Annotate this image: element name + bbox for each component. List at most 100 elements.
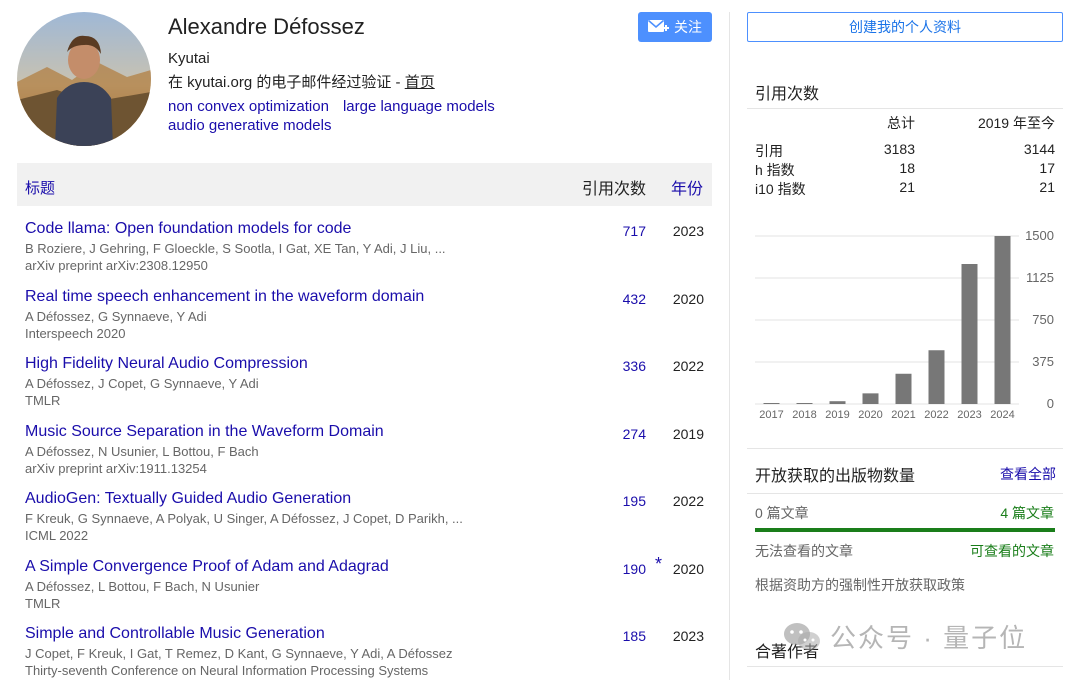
x-tick-label: 2017 [759, 409, 783, 421]
x-tick-label: 2022 [924, 409, 948, 421]
publication-authors: F Kreuk, G Synnaeve, A Polyak, U Singer,… [25, 511, 463, 526]
metric-label[interactable]: i10 指数 [755, 179, 806, 199]
chart-bar[interactable] [829, 401, 846, 404]
publication-authors: A Défossez, G Synnaeve, Y Adi [25, 308, 207, 324]
interest-link[interactable]: non convex optimization [168, 98, 329, 115]
y-tick-label: 1125 [1026, 270, 1054, 285]
col-total: 总计 [887, 115, 915, 131]
publication-year: 2023 [672, 223, 704, 239]
available-label: 可查看的文章 [970, 543, 1054, 559]
publication-cites[interactable]: 717 [623, 223, 646, 239]
profile-verified: 在 kyutai.org 的电子邮件经过验证 - 首页 [168, 71, 435, 92]
publication-venue: Interspeech 2020 [25, 325, 126, 341]
profile-name: Alexandre Défossez [168, 14, 365, 39]
publication-year: 2020 [672, 290, 704, 307]
publication-venue: arXiv preprint arXiv:1911.13254 [25, 460, 207, 476]
research-interests: non convex optimization large language mo… [168, 97, 548, 135]
publication-cites[interactable]: 195 [623, 493, 646, 509]
publication-row: AudioGen: Textually Guided Audio Generat… [17, 482, 712, 550]
publication-year: 2020 [672, 560, 704, 577]
x-tick-label: 2024 [990, 409, 1014, 421]
metric-total: 21 [899, 179, 915, 195]
publication-cites[interactable]: 190 [623, 561, 646, 577]
publication-authors: A Défossez, L Bottou, F Bach, N Usunier [25, 578, 260, 594]
publication-row: A Simple Convergence Proof of Adam and A… [17, 550, 712, 618]
publication-authors: A Défossez, N Usunier, L Bottou, F Bach [25, 443, 259, 459]
publication-cites[interactable]: 274 [623, 426, 646, 442]
metric-total: 3183 [883, 141, 915, 157]
publication-authors: B Roziere, J Gehring, F Gloeckle, S Soot… [25, 241, 446, 256]
col-since: 2019 年至今 [977, 115, 1055, 131]
chart-bar[interactable] [796, 403, 813, 404]
publication-year: 2019 [672, 425, 704, 442]
publication-row: Real time speech enhancement in the wave… [17, 280, 712, 348]
publication-venue: Thirty-seventh Conference on Neural Info… [25, 663, 429, 678]
publication-title[interactable]: Simple and Controllable Music Generation [25, 625, 325, 643]
chart-bar[interactable] [961, 264, 978, 404]
chart-bar[interactable] [895, 373, 912, 404]
watermark: 公众号 · 量子位 [782, 618, 1027, 655]
metric-row: h 指数 18 17 [755, 160, 1055, 179]
publication-row: Code llama: Open foundation models for c… [17, 212, 712, 280]
metric-since: 3144 [1023, 141, 1055, 157]
profile-affiliation: Kyutai [168, 50, 210, 67]
citation-metrics: 总计 2019 年至今 引用 3183 3144 h 指数 18 17 i10 … [755, 113, 1055, 198]
sort-by-cites[interactable]: 引用次数 [582, 175, 646, 199]
chart-bar[interactable] [928, 350, 945, 404]
open-access-bar [755, 528, 1055, 532]
profile-avatar [17, 12, 151, 146]
publication-year: 2022 [672, 493, 704, 509]
publication-title[interactable]: A Simple Convergence Proof of Adam and A… [25, 558, 389, 576]
watermark-text: 公众号 · 量子位 [830, 623, 1028, 653]
publication-authors: A Défossez, J Copet, G Synnaeve, Y Adi [25, 376, 259, 391]
available-count[interactable]: 4 篇文章 [1000, 503, 1054, 523]
x-tick-label: 2018 [792, 409, 816, 421]
create-profile-button[interactable]: 创建我的个人资料 [747, 12, 1063, 42]
cited-by-title: 引用次数 [755, 86, 820, 103]
x-tick-label: 2020 [858, 409, 882, 421]
chart-bar[interactable] [763, 403, 780, 404]
divider [747, 493, 1063, 494]
chart-bar[interactable] [994, 236, 1011, 404]
y-tick-label: 1500 [1025, 228, 1054, 243]
interest-link[interactable]: audio generative models [168, 117, 331, 134]
publication-venue: ICML 2022 [25, 528, 89, 543]
divider [747, 108, 1063, 109]
publication-venue: arXiv preprint arXiv:2308.12950 [25, 258, 208, 273]
homepage-link[interactable]: 首页 [405, 74, 435, 91]
publication-cites[interactable]: 432 [623, 291, 646, 307]
verified-text: 在 kyutai.org 的电子邮件经过验证 - [168, 74, 405, 91]
sort-by-title[interactable]: 标题 [25, 177, 55, 198]
wechat-icon [784, 622, 820, 650]
not-available-count[interactable]: 0 篇文章 [755, 503, 809, 523]
metric-label[interactable]: h 指数 [755, 160, 795, 180]
mail-add-icon [648, 19, 669, 32]
x-tick-label: 2021 [891, 409, 915, 421]
publication-title[interactable]: High Fidelity Neural Audio Compression [25, 355, 308, 373]
publication-title[interactable]: Code llama: Open foundation models for c… [25, 220, 351, 238]
publication-year: 2023 [672, 628, 704, 644]
interest-link[interactable]: large language models [343, 98, 495, 115]
publication-title[interactable]: Real time speech enhancement in the wave… [25, 288, 424, 306]
publication-row: Simple and Controllable Music Generation… [17, 617, 712, 680]
follow-button[interactable]: 关注 [638, 12, 712, 42]
view-all-link[interactable]: 查看全部 [1000, 464, 1056, 484]
publication-title[interactable]: AudioGen: Textually Guided Audio Generat… [25, 490, 351, 508]
publication-cites[interactable]: 336 [623, 358, 646, 374]
sort-by-year[interactable]: 年份 [671, 175, 703, 199]
metric-row: i10 指数 21 21 [755, 179, 1055, 198]
column-divider [729, 12, 730, 680]
merged-citation-star[interactable]: * [655, 554, 662, 575]
x-tick-label: 2019 [825, 409, 849, 421]
publications-header: 标题 引用次数 年份 [17, 163, 712, 206]
chart-bar[interactable] [862, 393, 879, 404]
metric-label[interactable]: 引用 [755, 141, 783, 161]
metric-row: 引用 3183 3144 [755, 141, 1055, 160]
publication-cites[interactable]: 185 [623, 628, 646, 644]
follow-label: 关注 [674, 19, 702, 35]
publication-row: High Fidelity Neural Audio Compression A … [17, 347, 712, 415]
publication-title[interactable]: Music Source Separation in the Waveform … [25, 423, 384, 441]
publication-venue: TMLR [25, 595, 61, 611]
publication-venue: TMLR [25, 393, 61, 408]
metric-since: 21 [1039, 179, 1055, 195]
